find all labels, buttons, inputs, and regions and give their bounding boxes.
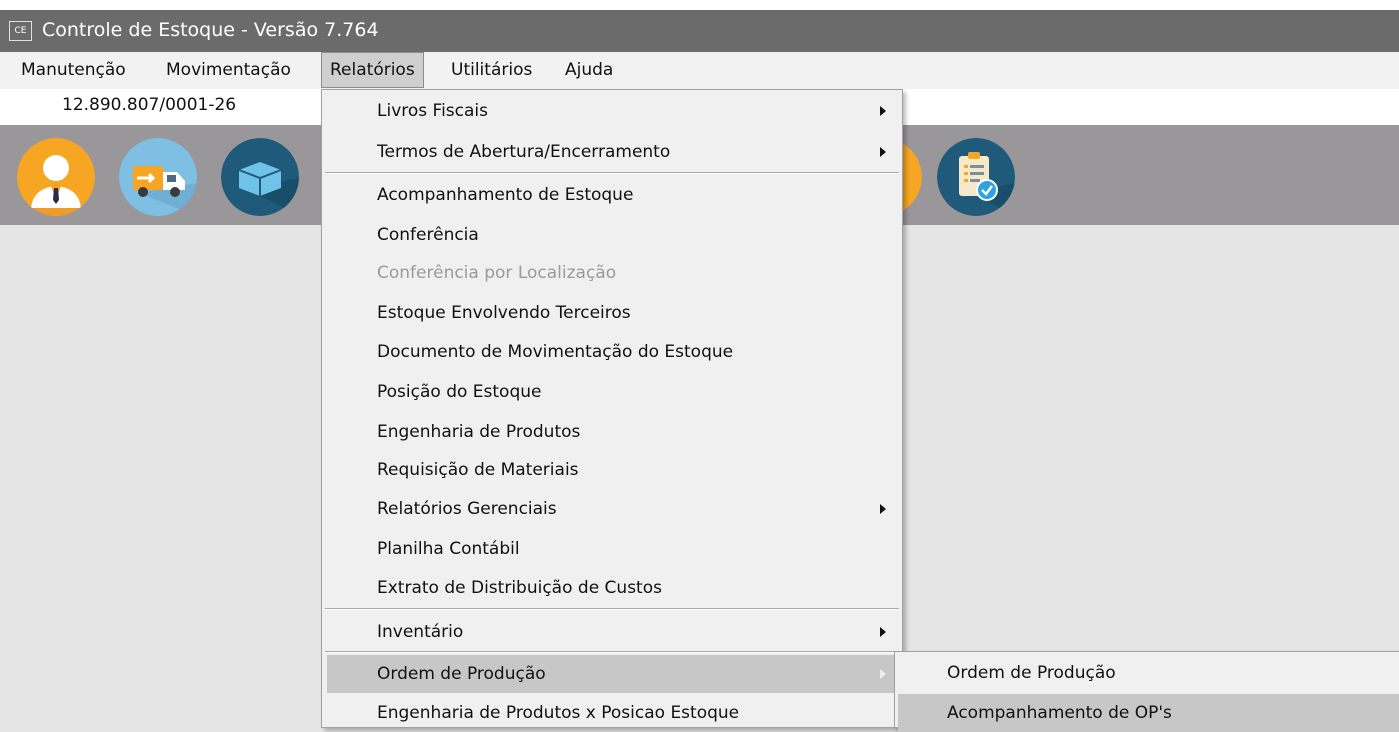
ordem-producao-submenu: Ordem de Produção Acompanhamento de OP's — [894, 651, 1399, 732]
menu-item-inventario[interactable]: Inventário — [322, 613, 902, 651]
menu-item-conferencia[interactable]: Conferência — [322, 216, 902, 254]
user-icon[interactable] — [17, 138, 95, 216]
menu-item-label: Engenharia de Produtos — [377, 422, 581, 442]
menu-utilitarios[interactable]: Utilitários — [443, 52, 540, 88]
menu-item-label: Engenharia de Produtos x Posicao Estoque — [377, 703, 740, 723]
menu-relatorios[interactable]: Relatórios — [321, 52, 424, 88]
menu-item-label: Posição do Estoque — [377, 382, 542, 402]
menu-item-conferencia-localizacao: Conferência por Localização — [322, 254, 902, 292]
menu-item-label: Inventário — [377, 622, 464, 642]
relatorios-dropdown-menu: Livros Fiscais Termos de Abertura/Encerr… — [321, 89, 903, 728]
menu-item-extrato-custos[interactable]: Extrato de Distribuição de Custos — [322, 569, 902, 607]
menu-item-label: Conferência — [377, 225, 479, 245]
menu-item-documento-movimentacao[interactable]: Documento de Movimentação do Estoque — [322, 333, 902, 371]
menu-item-label: Estoque Envolvendo Terceiros — [377, 303, 631, 323]
menu-item-livros-fiscais[interactable]: Livros Fiscais — [322, 92, 902, 130]
menu-item-acompanhamento-estoque[interactable]: Acompanhamento de Estoque — [322, 176, 902, 214]
menu-item-estoque-terceiros[interactable]: Estoque Envolvendo Terceiros — [322, 294, 902, 332]
menu-ajuda[interactable]: Ajuda — [557, 52, 621, 88]
menu-item-ordem-producao[interactable]: Ordem de Produção — [327, 655, 897, 693]
title-bar: CE Controle de Estoque - Versão 7.764 — [0, 10, 1399, 52]
menu-movimentacao[interactable]: Movimentação — [158, 52, 299, 88]
menu-item-posicao-estoque[interactable]: Posição do Estoque — [322, 373, 902, 411]
delivery-truck-icon[interactable] — [119, 138, 197, 216]
top-strip — [0, 0, 1399, 10]
menu-item-label: Planilha Contábil — [377, 539, 520, 559]
submenu-item-label: Acompanhamento de OP's — [947, 703, 1172, 723]
box-icon[interactable] — [221, 138, 299, 216]
menu-manutencao[interactable]: Manutenção — [13, 52, 134, 88]
menu-item-label: Conferência por Localização — [377, 263, 617, 283]
menu-separator — [325, 608, 899, 610]
menu-item-label: Livros Fiscais — [377, 101, 488, 121]
menu-item-label: Termos de Abertura/Encerramento — [377, 142, 671, 162]
menu-separator — [325, 172, 899, 174]
submenu-arrow-icon — [880, 504, 886, 514]
company-cnpj: 12.890.807/0001-26 — [62, 95, 237, 115]
menu-item-label: Requisição de Materiais — [377, 460, 579, 480]
menu-item-label: Relatórios Gerenciais — [377, 499, 557, 519]
clipboard-check-icon[interactable] — [937, 138, 1015, 216]
menu-item-engenharia-produtos[interactable]: Engenharia de Produtos — [322, 413, 902, 451]
app-icon: CE — [9, 21, 32, 41]
menu-item-label: Extrato de Distribuição de Custos — [377, 578, 662, 598]
menu-item-requisicao-materiais[interactable]: Requisição de Materiais — [322, 451, 902, 489]
submenu-arrow-icon — [880, 147, 886, 157]
menu-item-label: Acompanhamento de Estoque — [377, 185, 634, 205]
menu-item-engenharia-posicao[interactable]: Engenharia de Produtos x Posicao Estoque — [322, 694, 902, 732]
menu-item-termos-abertura[interactable]: Termos de Abertura/Encerramento — [322, 133, 902, 171]
submenu-item-ordem-producao[interactable]: Ordem de Produção — [895, 654, 1399, 692]
menu-item-planilha-contabil[interactable]: Planilha Contábil — [322, 530, 902, 568]
submenu-item-label: Ordem de Produção — [947, 663, 1116, 683]
submenu-arrow-icon — [880, 627, 886, 637]
submenu-arrow-icon — [880, 106, 886, 116]
menu-item-label: Ordem de Produção — [377, 664, 546, 684]
submenu-arrow-icon — [880, 669, 886, 679]
menu-bar: Manutenção Movimentação Relatórios Utili… — [0, 52, 1399, 89]
window-title: Controle de Estoque - Versão 7.764 — [42, 19, 379, 41]
menu-separator — [325, 651, 899, 653]
menu-item-label: Documento de Movimentação do Estoque — [377, 342, 734, 362]
submenu-item-acompanhamento-ops[interactable]: Acompanhamento de OP's — [898, 694, 1399, 732]
menu-item-relatorios-gerenciais[interactable]: Relatórios Gerenciais — [322, 490, 902, 528]
